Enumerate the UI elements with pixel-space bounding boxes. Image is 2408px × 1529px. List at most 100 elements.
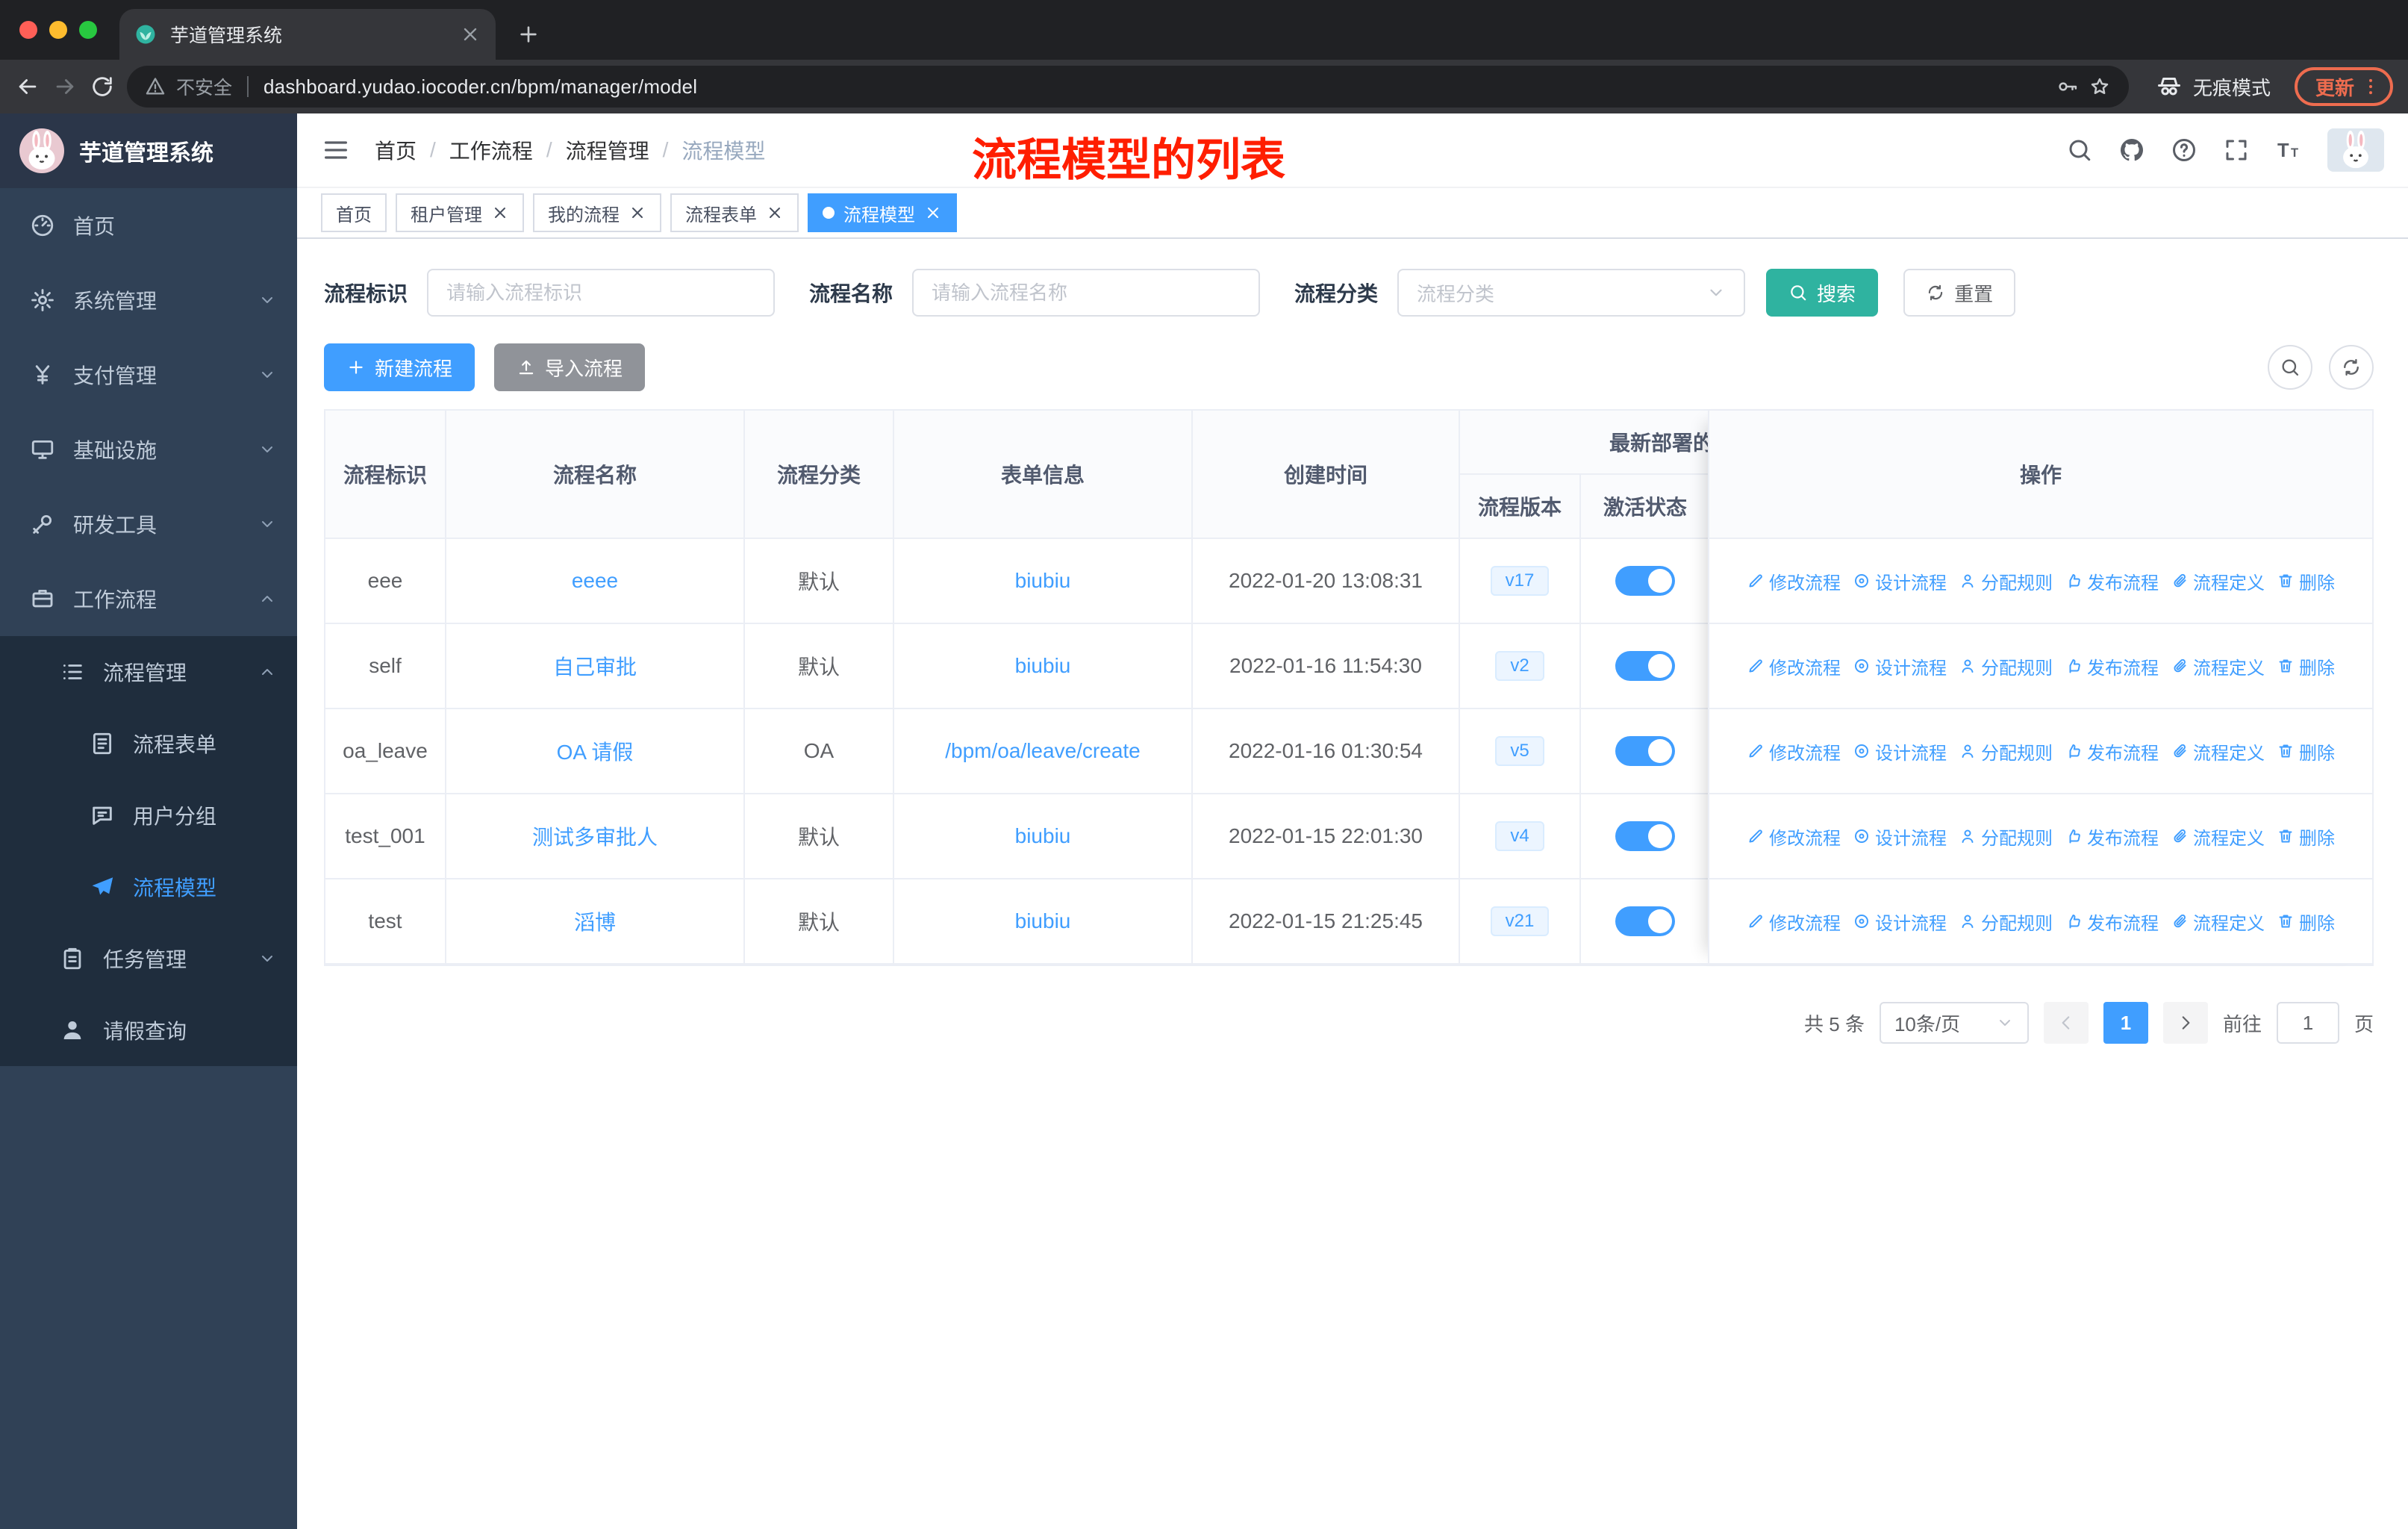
active-toggle[interactable]	[1615, 821, 1675, 851]
fontsize-icon[interactable]: TT	[2275, 137, 2302, 164]
toggle-search-button[interactable]	[2268, 345, 2312, 390]
refresh-table-button[interactable]	[2329, 345, 2374, 390]
tag-close-icon[interactable]	[628, 204, 646, 222]
breadcrumb-item[interactable]: 首页	[375, 135, 417, 165]
action-design[interactable]: 设计流程	[1853, 653, 1947, 679]
sidebar-item-devtools[interactable]: 研发工具	[0, 487, 297, 561]
action-assign[interactable]: 分配规则	[1959, 568, 2053, 594]
sidebar-item-task-manage[interactable]: 任务管理	[0, 923, 297, 994]
github-icon[interactable]	[2118, 137, 2145, 164]
process-name-link[interactable]: 自己审批	[446, 624, 745, 709]
action-assign[interactable]: 分配规则	[1959, 909, 2053, 935]
action-modify[interactable]: 修改流程	[1747, 823, 1841, 850]
sidebar-item-payment[interactable]: 支付管理	[0, 337, 297, 412]
action-delete[interactable]: 删除	[2277, 568, 2335, 594]
window-close-button[interactable]	[19, 21, 37, 39]
action-delete[interactable]: 删除	[2277, 823, 2335, 850]
action-design[interactable]: 设计流程	[1853, 738, 1947, 764]
next-page-button[interactable]	[2162, 1002, 2208, 1044]
app-logo[interactable]: 芋道管理系统	[0, 113, 297, 188]
sidebar-item-process-manage[interactable]: 流程管理	[0, 636, 297, 708]
breadcrumb-item[interactable]: 流程管理	[566, 135, 649, 165]
import-process-button[interactable]: 导入流程	[494, 343, 646, 391]
search-button[interactable]: 搜索	[1766, 269, 1879, 317]
window-minimize-button[interactable]	[49, 21, 67, 39]
process-name-link[interactable]: 测试多审批人	[446, 794, 745, 879]
action-design[interactable]: 设计流程	[1853, 823, 1947, 850]
browser-tab[interactable]: 芋道管理系统	[119, 9, 496, 60]
process-key-input[interactable]	[427, 269, 776, 317]
process-name-link[interactable]: OA 请假	[446, 709, 745, 794]
tag-process-form[interactable]: 流程表单	[670, 193, 799, 232]
sidebar-item-process-form[interactable]: 流程表单	[0, 708, 297, 779]
form-link[interactable]: biubiu	[894, 624, 1193, 709]
page-number-button[interactable]: 1	[2103, 1002, 2148, 1044]
create-process-button[interactable]: 新建流程	[324, 343, 475, 391]
avatar[interactable]	[2327, 128, 2384, 172]
sidebar-item-infrastructure[interactable]: 基础设施	[0, 412, 297, 487]
action-assign[interactable]: 分配规则	[1959, 823, 2053, 850]
tab-close-icon[interactable]	[460, 24, 481, 45]
page-size-select[interactable]: 10条/页	[1879, 1002, 2029, 1044]
sidebar-item-user-group[interactable]: 用户分组	[0, 779, 297, 851]
tag-close-icon[interactable]	[491, 204, 509, 222]
form-link[interactable]: biubiu	[894, 879, 1193, 965]
process-name-link[interactable]: eeee	[446, 539, 745, 624]
sidebar-toggle-icon[interactable]	[321, 135, 351, 165]
active-toggle[interactable]	[1615, 651, 1675, 681]
browser-update-button[interactable]: 更新	[2294, 67, 2393, 106]
address-bar[interactable]: 不安全 dashboard.yudao.iocoder.cn/bpm/manag…	[127, 66, 2129, 108]
browser-menu-icon[interactable]	[2360, 76, 2381, 97]
process-name-input[interactable]	[912, 269, 1261, 317]
sidebar-item-leave-query[interactable]: 请假查询	[0, 994, 297, 1066]
action-design[interactable]: 设计流程	[1853, 568, 1947, 594]
bookmark-star-icon[interactable]	[2089, 75, 2111, 98]
forward-button[interactable]	[52, 74, 78, 99]
password-manager-icon[interactable]	[2056, 75, 2078, 98]
reload-button[interactable]	[90, 74, 115, 99]
reset-button[interactable]: 重置	[1903, 269, 2016, 317]
security-warning-icon[interactable]	[145, 76, 166, 97]
active-toggle[interactable]	[1615, 566, 1675, 596]
version-badge[interactable]: v2	[1495, 651, 1544, 681]
sidebar-item-process-model[interactable]: 流程模型	[0, 851, 297, 923]
tag-close-icon[interactable]	[766, 204, 784, 222]
tag-home[interactable]: 首页	[321, 193, 387, 232]
action-design[interactable]: 设计流程	[1853, 909, 1947, 935]
search-icon[interactable]	[2066, 137, 2093, 164]
window-zoom-button[interactable]	[79, 21, 97, 39]
goto-page-input[interactable]	[2276, 1002, 2339, 1044]
version-badge[interactable]: v5	[1495, 736, 1544, 766]
action-publish[interactable]: 发布流程	[2065, 738, 2159, 764]
action-publish[interactable]: 发布流程	[2065, 568, 2159, 594]
sidebar-item-workflow[interactable]: 工作流程	[0, 561, 297, 636]
action-definition[interactable]: 流程定义	[2171, 568, 2265, 594]
action-definition[interactable]: 流程定义	[2171, 909, 2265, 935]
form-link[interactable]: /bpm/oa/leave/create	[894, 709, 1193, 794]
action-definition[interactable]: 流程定义	[2171, 823, 2265, 850]
action-assign[interactable]: 分配规则	[1959, 738, 2053, 764]
action-publish[interactable]: 发布流程	[2065, 909, 2159, 935]
version-badge[interactable]: v21	[1490, 906, 1550, 936]
action-delete[interactable]: 删除	[2277, 909, 2335, 935]
form-link[interactable]: biubiu	[894, 794, 1193, 879]
action-delete[interactable]: 删除	[2277, 653, 2335, 679]
version-badge[interactable]: v4	[1495, 821, 1544, 851]
active-toggle[interactable]	[1615, 736, 1675, 766]
action-definition[interactable]: 流程定义	[2171, 738, 2265, 764]
action-modify[interactable]: 修改流程	[1747, 568, 1841, 594]
action-modify[interactable]: 修改流程	[1747, 909, 1841, 935]
category-select[interactable]: 流程分类	[1397, 269, 1746, 317]
fullscreen-icon[interactable]	[2223, 137, 2250, 164]
back-button[interactable]	[15, 74, 40, 99]
process-name-link[interactable]: 滔博	[446, 879, 745, 965]
prev-page-button[interactable]	[2043, 1002, 2089, 1044]
help-icon[interactable]	[2171, 137, 2198, 164]
sidebar-item-system[interactable]: 系统管理	[0, 263, 297, 337]
action-definition[interactable]: 流程定义	[2171, 653, 2265, 679]
breadcrumb-item[interactable]: 工作流程	[449, 135, 533, 165]
tag-tenant[interactable]: 租户管理	[396, 193, 524, 232]
action-delete[interactable]: 删除	[2277, 738, 2335, 764]
version-badge[interactable]: v17	[1490, 566, 1550, 596]
action-publish[interactable]: 发布流程	[2065, 653, 2159, 679]
